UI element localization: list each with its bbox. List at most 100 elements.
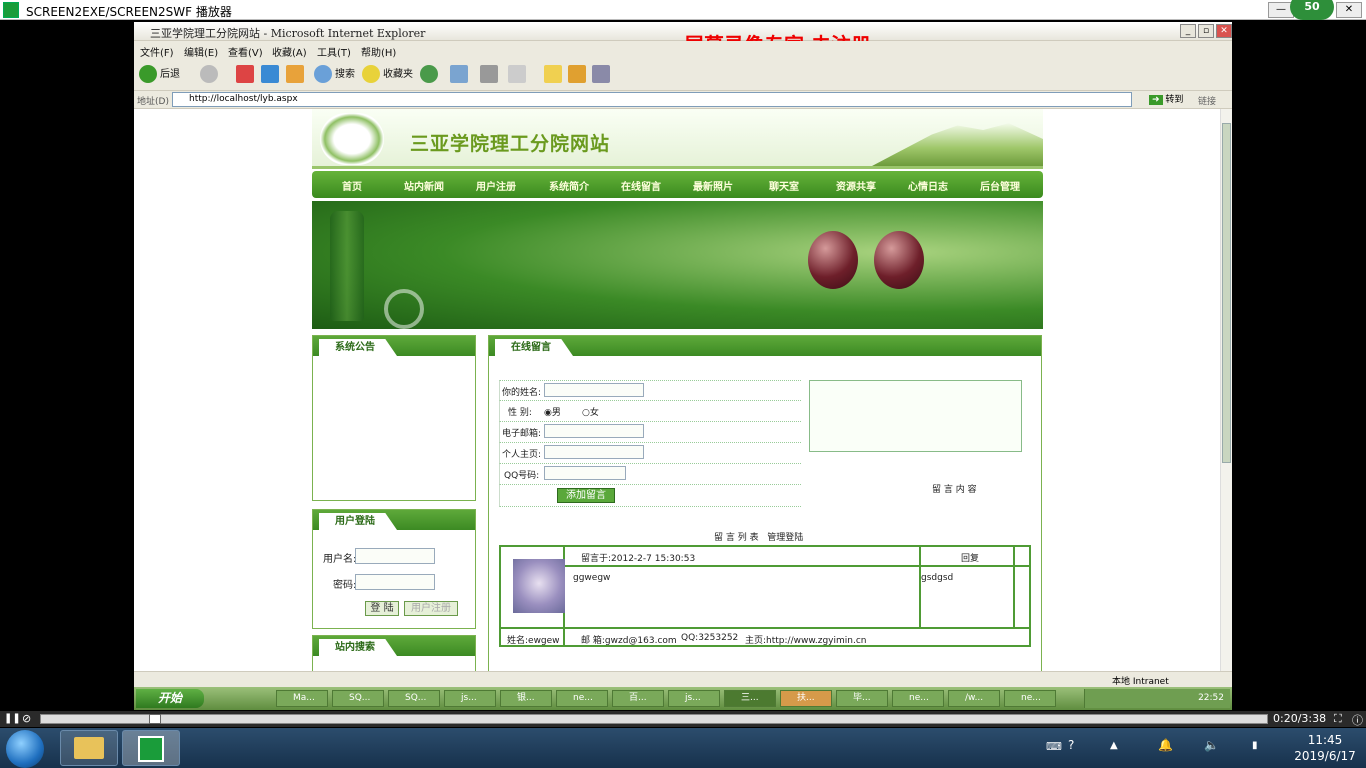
search-box: 站内搜索 xyxy=(312,635,476,671)
email-label: 电子邮箱: xyxy=(502,429,542,439)
favorites-button[interactable]: 收藏夹 xyxy=(362,65,413,85)
mail-button[interactable] xyxy=(450,65,471,85)
ie-titlebar: 三亚学院理工分院网站 - Microsoft Internet Explorer… xyxy=(134,22,1232,41)
stop-icon[interactable]: ⊘ xyxy=(22,712,31,725)
nav-news[interactable]: 站内新闻 xyxy=(404,178,444,193)
notification-icon[interactable]: 🔔 xyxy=(1158,738,1173,752)
ie-statusbar: 本地 Intranet xyxy=(134,671,1232,687)
edit-icon xyxy=(508,65,526,83)
folder-button[interactable] xyxy=(544,65,565,85)
ie-minimize-button[interactable]: _ xyxy=(1180,24,1196,38)
email-input[interactable] xyxy=(544,424,644,438)
explorer-pin[interactable] xyxy=(60,730,118,766)
seek-bar[interactable] xyxy=(40,714,1268,724)
task-item-active[interactable]: 三... xyxy=(724,690,776,707)
menu-tools[interactable]: 工具(T) xyxy=(317,44,351,59)
refresh-button[interactable] xyxy=(261,65,282,85)
address-input[interactable]: http://localhost/lyb.aspx xyxy=(172,92,1132,107)
close-button[interactable]: ✕ xyxy=(1336,2,1362,18)
ie-title: 三亚学院理工分院网站 - Microsoft Internet Explorer xyxy=(150,27,426,40)
password-label: 密码: xyxy=(333,580,357,591)
nav-diary[interactable]: 心情日志 xyxy=(908,178,948,193)
notice-box: 系统公告 xyxy=(312,335,476,501)
ie-restore-button[interactable]: ▫ xyxy=(1198,24,1214,38)
task-item[interactable]: /w... xyxy=(948,690,1000,707)
login-button[interactable]: 登 陆 xyxy=(365,601,399,616)
scrollbar-thumb[interactable] xyxy=(1222,123,1231,463)
nav-about[interactable]: 系统简介 xyxy=(549,178,589,193)
player-pin[interactable] xyxy=(122,730,180,766)
task-item[interactable]: 毕... xyxy=(836,690,888,707)
links-button[interactable]: 链接 xyxy=(1198,94,1216,107)
volume-icon[interactable]: 🔈 xyxy=(1204,738,1219,752)
female-radio[interactable]: ○女 xyxy=(582,405,599,418)
task-item[interactable]: Ma... xyxy=(276,690,328,707)
fullscreen-icon[interactable]: ⛶ xyxy=(1334,712,1342,726)
olive-decoration xyxy=(808,231,858,289)
menu-help[interactable]: 帮助(H) xyxy=(361,44,396,59)
task-item[interactable]: 扶... xyxy=(780,690,832,707)
stop-button[interactable] xyxy=(236,65,257,85)
search-button[interactable]: 搜索 xyxy=(314,65,355,85)
admin-login-link[interactable]: 管理登陆 xyxy=(767,533,803,543)
nav-admin[interactable]: 后台管理 xyxy=(980,178,1020,193)
menu-favorites[interactable]: 收藏(A) xyxy=(272,44,307,59)
home-button[interactable] xyxy=(286,65,307,85)
back-button[interactable]: 后退 xyxy=(139,65,180,85)
help-icon[interactable]: ? xyxy=(1068,738,1074,752)
address-bar: 地址(D) http://localhost/lyb.aspx ➜ 转到 链接 xyxy=(134,91,1232,109)
task-item[interactable]: js... xyxy=(444,690,496,707)
username-input[interactable] xyxy=(355,548,435,564)
edit-button[interactable] xyxy=(508,65,529,85)
task-item[interactable]: ne... xyxy=(892,690,944,707)
win7-start-orb[interactable] xyxy=(6,730,44,768)
nav-chat[interactable]: 聊天室 xyxy=(769,178,799,193)
player-titlebar: SCREEN2EXE/SCREEN2SWF 播放器 — □ ✕ xyxy=(0,0,1366,20)
back-arrow-icon xyxy=(139,65,157,83)
menu-view[interactable]: 查看(V) xyxy=(228,44,263,59)
win7-clock[interactable]: 11:45 2019/6/17 xyxy=(1290,732,1360,764)
nav-register[interactable]: 用户注册 xyxy=(476,178,516,193)
entry-homepage[interactable]: 主页:http://www.zgyimin.cn xyxy=(745,633,866,646)
page-scrollbar[interactable] xyxy=(1220,109,1232,671)
pause-icon[interactable]: ❚❚ xyxy=(4,713,21,724)
go-button[interactable]: ➜ 转到 xyxy=(1149,92,1183,105)
network-icon[interactable]: ▮ xyxy=(1252,740,1258,751)
homepage-input[interactable] xyxy=(544,445,644,459)
task-item[interactable]: SQ... xyxy=(388,690,440,707)
task-item[interactable]: js... xyxy=(668,690,720,707)
menu-file[interactable]: 文件(F) xyxy=(140,44,174,59)
olive-decoration xyxy=(874,231,924,289)
task-item[interactable]: 百... xyxy=(612,690,664,707)
name-input[interactable] xyxy=(544,383,644,397)
info-icon[interactable]: ⓘ xyxy=(1352,712,1363,728)
nav-photos[interactable]: 最新照片 xyxy=(693,178,733,193)
login-title: 用户登陆 xyxy=(319,513,397,530)
nav-home[interactable]: 首页 xyxy=(342,178,362,193)
ie-window: 三亚学院理工分院网站 - Microsoft Internet Explorer… xyxy=(134,22,1232,710)
add-message-button[interactable]: 添加留言 xyxy=(557,488,615,503)
xp-start-button[interactable]: 开始 xyxy=(136,689,204,708)
menu-edit[interactable]: 编辑(E) xyxy=(184,44,218,59)
media-button[interactable] xyxy=(592,65,613,85)
task-item[interactable]: SQ... xyxy=(332,690,384,707)
task-item[interactable]: ne... xyxy=(1004,690,1056,707)
print-button[interactable] xyxy=(480,65,501,85)
media-icon xyxy=(592,65,610,83)
nav-guestbook[interactable]: 在线留言 xyxy=(621,178,661,193)
messenger-button[interactable] xyxy=(568,65,589,85)
ie-close-button[interactable]: ✕ xyxy=(1216,24,1232,38)
qq-input[interactable] xyxy=(544,466,626,480)
male-radio[interactable]: ◉男 xyxy=(544,405,561,418)
forward-button[interactable] xyxy=(200,65,221,85)
keyboard-icon[interactable]: ⌨ xyxy=(1046,740,1062,753)
tray-expand-icon[interactable]: ▲ xyxy=(1110,740,1118,751)
register-button[interactable]: 用户注册 xyxy=(404,601,458,616)
seek-handle[interactable] xyxy=(149,714,162,724)
nav-resources[interactable]: 资源共享 xyxy=(836,178,876,193)
message-textarea[interactable] xyxy=(809,380,1022,452)
task-item[interactable]: ne... xyxy=(556,690,608,707)
history-button[interactable] xyxy=(420,65,441,85)
password-input[interactable] xyxy=(355,574,435,590)
task-item[interactable]: 银... xyxy=(500,690,552,707)
